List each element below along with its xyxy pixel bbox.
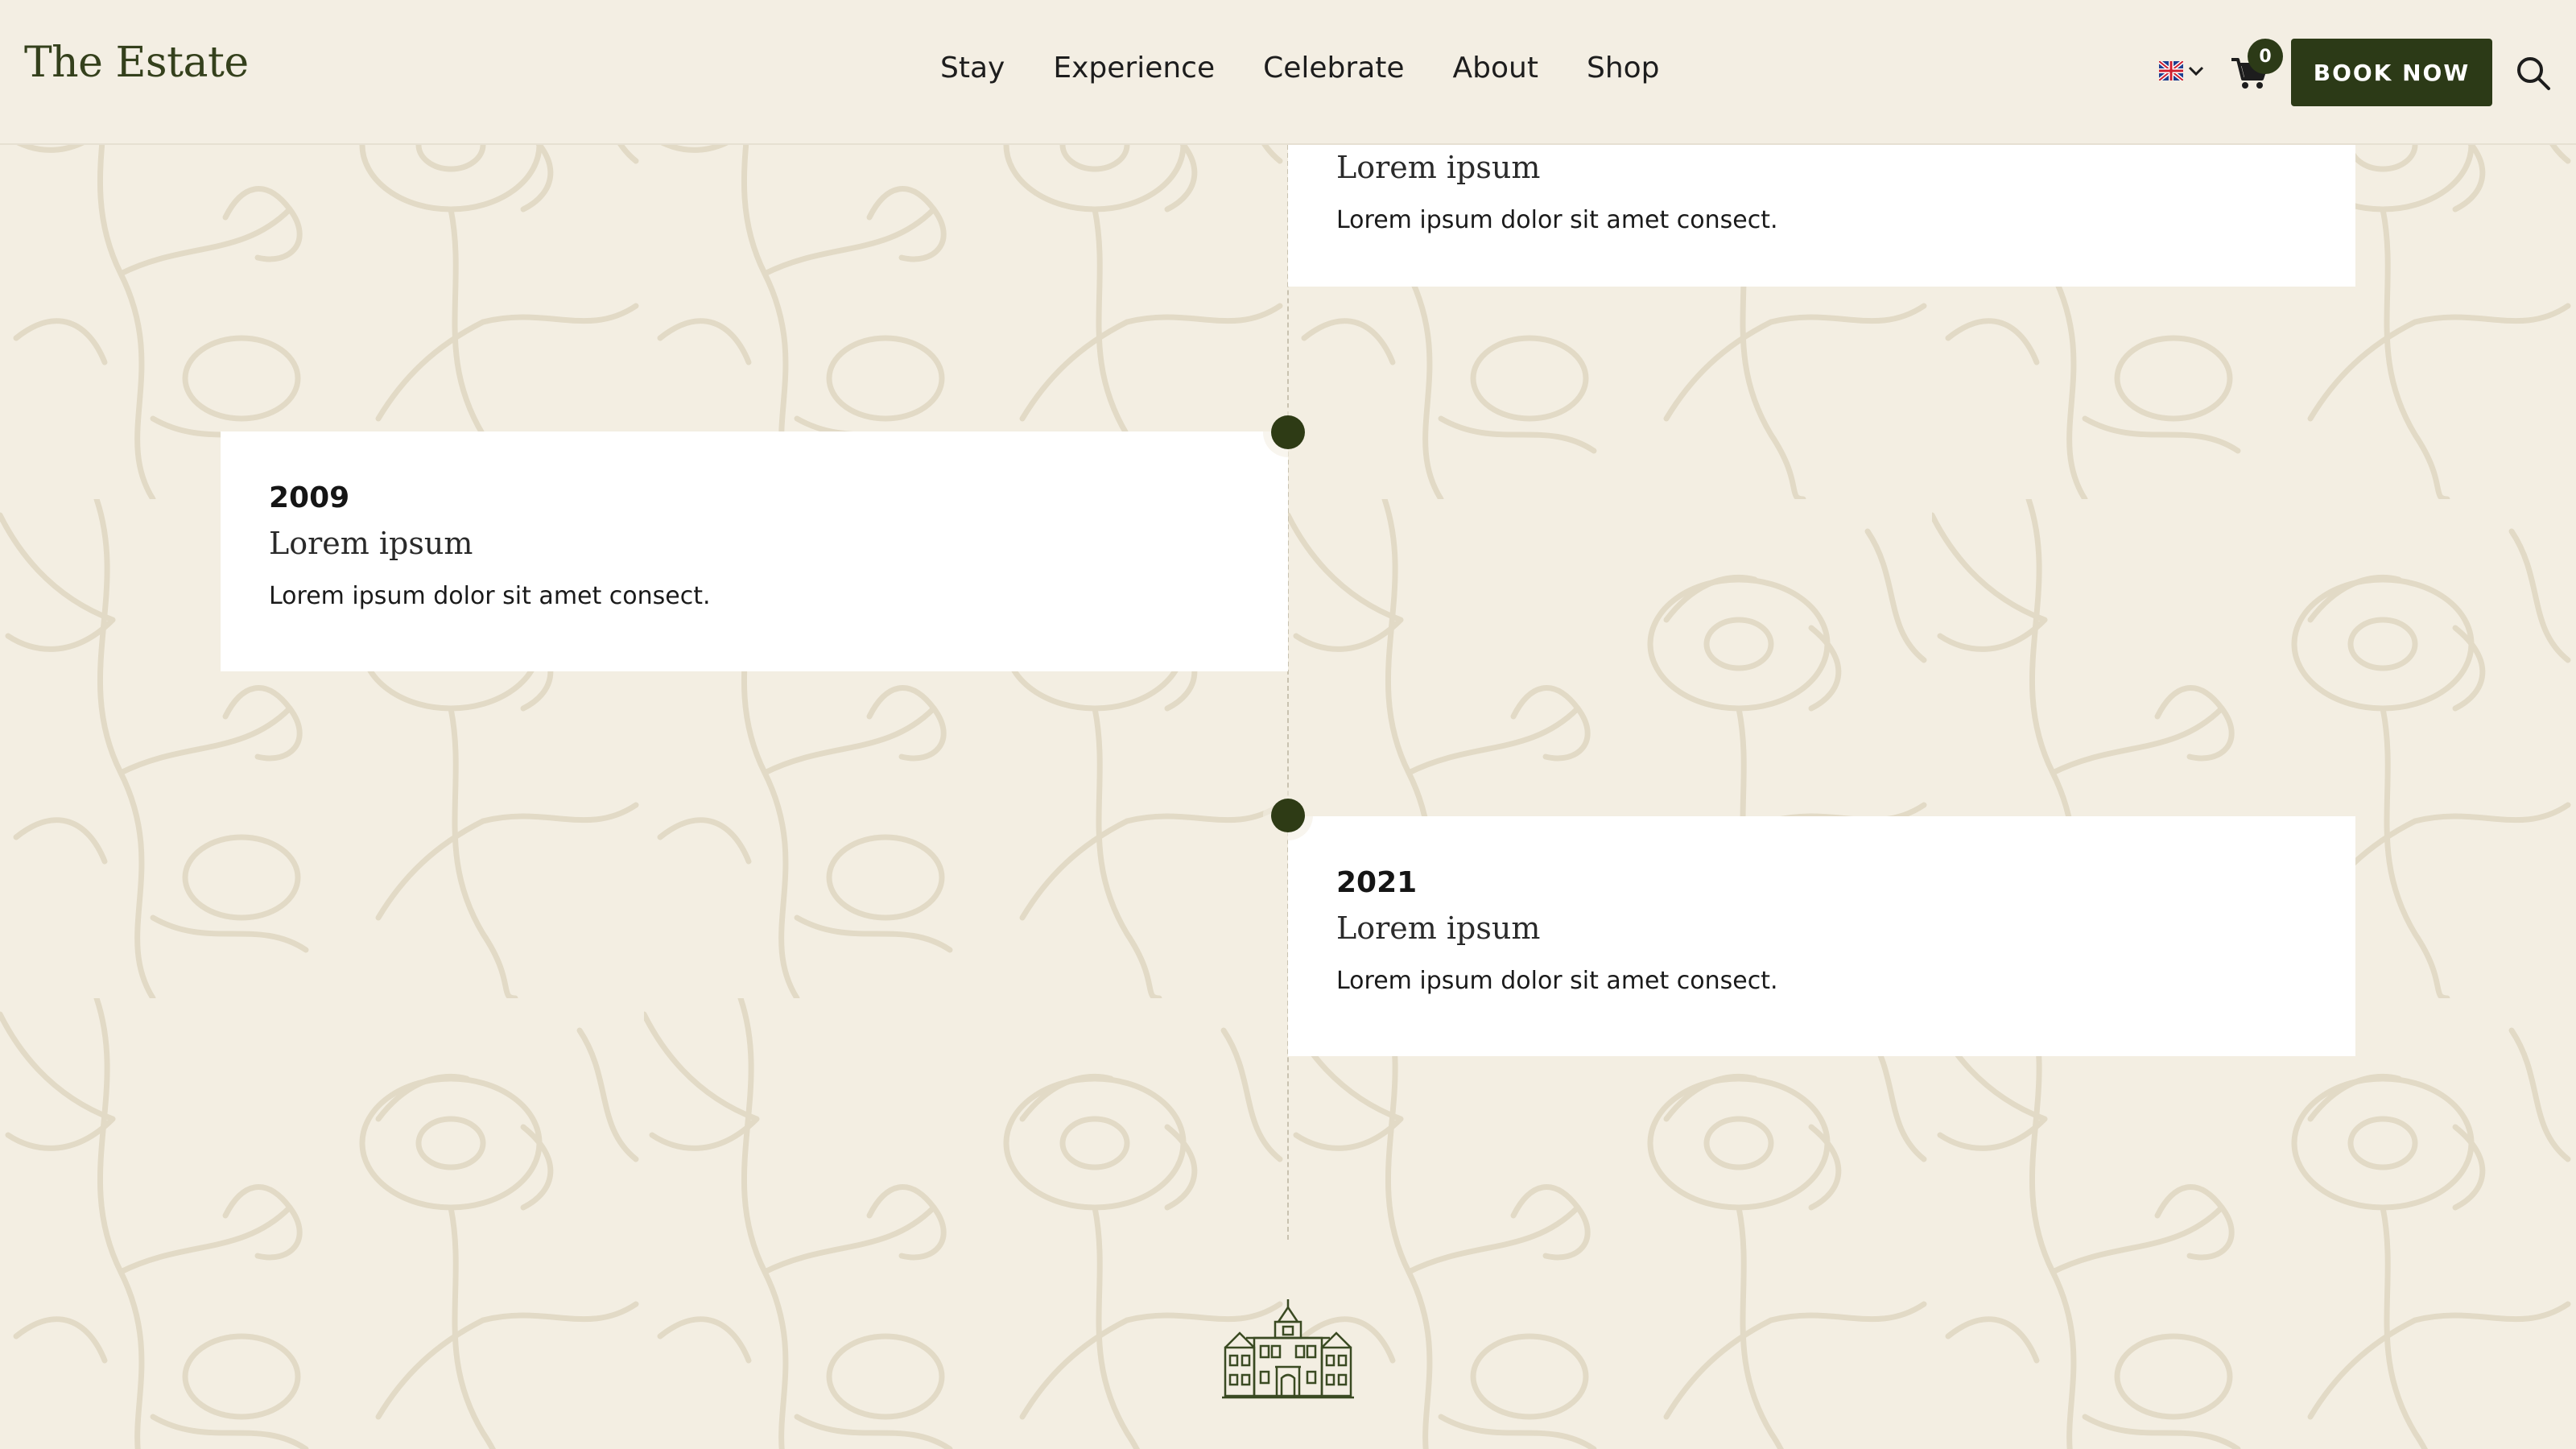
nav-item-about[interactable]: About — [1453, 52, 1538, 85]
chevron-down-icon — [2188, 66, 2204, 76]
timeline-year: 2021 — [1336, 866, 1418, 899]
timeline-title: Lorem ipsum — [1336, 150, 1541, 185]
nav-item-shop[interactable]: Shop — [1587, 52, 1660, 85]
manor-house-icon — [1222, 1299, 1354, 1399]
timeline-title: Lorem ipsum — [269, 526, 473, 561]
nav-item-experience[interactable]: Experience — [1053, 52, 1215, 85]
nav-item-stay[interactable]: Stay — [940, 52, 1005, 85]
uk-flag-icon — [2159, 61, 2183, 80]
book-now-button[interactable]: BOOK NOW — [2291, 39, 2492, 106]
cart-count-badge: 0 — [2248, 39, 2283, 74]
search-icon[interactable] — [2515, 55, 2552, 92]
timeline-description: Lorem ipsum dolor sit amet consect. — [269, 582, 711, 610]
timeline-dot — [1271, 415, 1305, 449]
site-logo[interactable]: The Estate — [24, 39, 249, 87]
timeline-dot — [1271, 799, 1305, 832]
timeline-card: 2021 Lorem ipsum Lorem ipsum dolor sit a… — [1288, 816, 2355, 1056]
timeline-title: Lorem ipsum — [1336, 910, 1541, 946]
language-selector[interactable] — [2159, 61, 2204, 80]
timeline-description: Lorem ipsum dolor sit amet consect. — [1336, 967, 1778, 995]
site-header: The Estate Stay Experience Celebrate Abo… — [0, 0, 2576, 145]
main-nav: Stay Experience Celebrate About Shop — [940, 52, 1708, 85]
timeline-card: 2009 Lorem ipsum Lorem ipsum dolor sit a… — [221, 431, 1288, 671]
timeline-description: Lorem ipsum dolor sit amet consect. — [1336, 206, 1778, 234]
nav-item-celebrate[interactable]: Celebrate — [1263, 52, 1404, 85]
page: The Estate Stay Experience Celebrate Abo… — [0, 0, 2576, 1449]
timeline-year: 2009 — [269, 481, 350, 514]
timeline-line — [1287, 145, 1289, 1240]
